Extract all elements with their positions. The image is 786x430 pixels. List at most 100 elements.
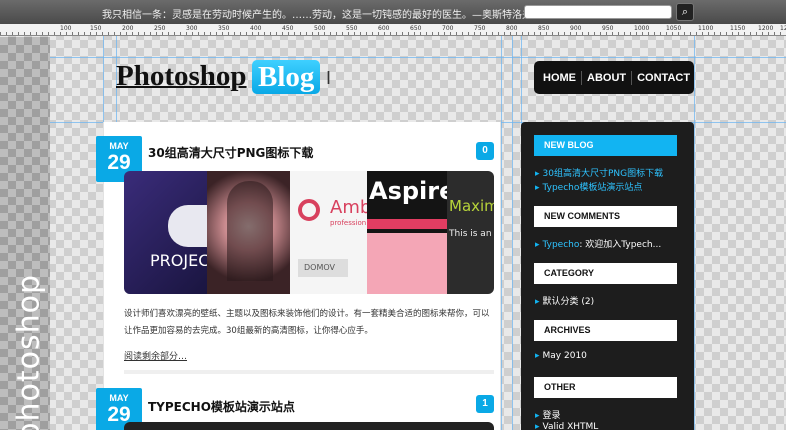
thumbnail-text: DOMOV bbox=[304, 263, 335, 272]
post-thumbnail-strip[interactable] bbox=[124, 422, 494, 430]
thumbnail-image bbox=[207, 171, 290, 294]
ruler-tick: 900 bbox=[570, 25, 582, 32]
ruler: 100 150 200 250 300 350 400 450 500 550 … bbox=[0, 24, 786, 36]
sidebar-link-post[interactable]: ▸ Typecho模板站演示站点 bbox=[535, 180, 642, 193]
thumbnail-image: Aspire bbox=[367, 171, 447, 294]
ruler-tick: 550 bbox=[346, 25, 358, 32]
ruler-tick: 450 bbox=[282, 25, 294, 32]
ruler-tick: 350 bbox=[218, 25, 230, 32]
sidebar-category-item[interactable]: ▸ 默认分类 (2) bbox=[535, 294, 594, 307]
ruler-tick: 1050 bbox=[666, 25, 682, 32]
thumbnail-shape bbox=[298, 199, 320, 221]
post-divider bbox=[124, 370, 494, 374]
sidebar-other-item[interactable]: ▸ 登录 bbox=[535, 408, 561, 421]
arrow-right-icon: ▸ bbox=[535, 297, 540, 307]
sidebar-heading-new-blog: NEW BLOG bbox=[534, 135, 677, 156]
sidebar-heading-category: CATEGORY bbox=[534, 263, 677, 284]
sidebar-heading-new-comments: NEW COMMENTS bbox=[534, 206, 677, 227]
nav-about[interactable]: ABOUT bbox=[582, 70, 633, 85]
search-button[interactable]: ⌕ bbox=[676, 3, 694, 21]
ruler-tick: 500 bbox=[314, 25, 326, 32]
main-column: MAY 29 30组高清大尺寸PNG图标下载 0 PROJEC Amb prof… bbox=[96, 122, 501, 430]
ruler-tick: 1000 bbox=[634, 25, 650, 32]
left-decorative-strip: photoshop bbox=[0, 37, 50, 430]
thumbnail-text: This is an c bbox=[449, 229, 494, 239]
sidebar-heading-archives: ARCHIVES bbox=[534, 320, 677, 341]
thumbnail-image: Maxim This is an c bbox=[447, 171, 494, 294]
arrow-right-icon: ▸ bbox=[535, 240, 540, 250]
thumbnail-shape bbox=[367, 219, 447, 229]
search-input[interactable] bbox=[524, 5, 672, 19]
comment-text: : 欢迎加入Typech... bbox=[579, 240, 662, 250]
ruler-tick: 100 bbox=[60, 25, 72, 32]
post-title[interactable]: 30组高清大尺寸PNG图标下载 bbox=[148, 144, 313, 161]
ruler-tick: 150 bbox=[90, 25, 102, 32]
ruler-tick: 800 bbox=[506, 25, 518, 32]
ruler-tick: 950 bbox=[602, 25, 614, 32]
comment-author: Typecho bbox=[542, 240, 580, 250]
sidebar-link-post[interactable]: ▸ 30组高清大尺寸PNG图标下载 bbox=[535, 166, 663, 179]
sidebar-link-label: Valid XHTML bbox=[542, 422, 599, 430]
thumbnail-shape bbox=[168, 205, 207, 247]
nav-home[interactable]: HOME bbox=[538, 70, 582, 85]
ruler-tick: 1150 bbox=[730, 25, 746, 32]
thumbnail-image: Amb profession DOMOV bbox=[290, 171, 367, 294]
thumbnail-text: PROJEC bbox=[150, 251, 207, 270]
side-vertical-word: photoshop bbox=[11, 273, 47, 430]
guide-line bbox=[512, 36, 513, 430]
post-thumbnail-strip[interactable]: PROJEC Amb profession DOMOV Aspire Maxim… bbox=[124, 171, 494, 294]
guide-line bbox=[50, 57, 786, 58]
logo-badge: Blog bbox=[252, 60, 321, 94]
top-bar: 我只相信一条：灵感是在劳动时候产生的。……劳动，这是一切钝感的最好的医生。—奥斯… bbox=[0, 0, 786, 24]
main-nav: HOME ABOUT CONTACT bbox=[534, 61, 694, 94]
ruler-tick: 1250 bbox=[780, 25, 786, 32]
post-title[interactable]: TYPECHO模板站演示站点 bbox=[148, 398, 295, 415]
thumbnail-text: Maxim bbox=[449, 197, 494, 215]
search-icon: ⌕ bbox=[681, 6, 689, 18]
sidebar-link-label: 30组高清大尺寸PNG图标下载 bbox=[542, 169, 664, 179]
thumbnail-shape bbox=[367, 233, 447, 294]
sidebar-link-label: Typecho模板站演示站点 bbox=[542, 183, 643, 193]
read-more-link[interactable]: 阅读剩余部分… bbox=[124, 349, 187, 362]
sidebar-link-label: 默认分类 (2) bbox=[542, 297, 595, 307]
ruler-tick: 1100 bbox=[698, 25, 714, 32]
text-cursor-icon: I bbox=[326, 68, 332, 88]
thumbnail-text: Amb bbox=[330, 197, 367, 218]
ruler-tick: 600 bbox=[378, 25, 390, 32]
guide-line bbox=[694, 36, 695, 430]
header-quote: 我只相信一条：灵感是在劳动时候产生的。……劳动，这是一切钝感的最好的医生。—奥斯… bbox=[102, 10, 552, 21]
ruler-tick: 850 bbox=[538, 25, 550, 32]
thumbnail-shape bbox=[227, 181, 273, 281]
post-excerpt: 设计师们喜欢漂亮的壁纸、主题以及图标来装饰他们的设计。有一套精美合适的图标来帮你… bbox=[124, 309, 490, 336]
ruler-tick: 700 bbox=[442, 25, 454, 32]
date-month: MAY bbox=[109, 393, 129, 403]
date-month: MAY bbox=[109, 141, 129, 151]
thumbnail-text: profession bbox=[330, 219, 367, 227]
nav-contact[interactable]: CONTACT bbox=[632, 71, 695, 85]
arrow-right-icon: ▸ bbox=[535, 422, 540, 430]
arrow-right-icon: ▸ bbox=[535, 169, 540, 179]
ruler-tick: 200 bbox=[122, 25, 134, 32]
sidebar-other-item[interactable]: ▸ Valid XHTML bbox=[535, 422, 598, 430]
ruler-tick: 300 bbox=[186, 25, 198, 32]
ruler-tick: 650 bbox=[410, 25, 422, 32]
arrow-right-icon: ▸ bbox=[535, 411, 540, 421]
guide-line bbox=[501, 36, 502, 430]
sidebar-heading-other: OTHER bbox=[534, 377, 677, 398]
ruler-tick: 1200 bbox=[758, 25, 774, 32]
arrow-right-icon: ▸ bbox=[535, 351, 540, 361]
ruler-tick: 400 bbox=[250, 25, 262, 32]
thumbnail-text: Aspire bbox=[369, 177, 447, 205]
sidebar-archive-item[interactable]: ▸ May 2010 bbox=[535, 351, 587, 361]
comment-count-badge[interactable]: 1 bbox=[476, 395, 494, 413]
sidebar-link-label: May 2010 bbox=[542, 351, 587, 361]
arrow-right-icon: ▸ bbox=[535, 183, 540, 193]
logo-word: Photoshop bbox=[116, 60, 247, 92]
sidebar: NEW BLOG ▸ 30组高清大尺寸PNG图标下载 ▸ Typecho模板站演示站… bbox=[521, 122, 694, 430]
ruler-tick: 750 bbox=[474, 25, 486, 32]
sidebar-comment-item[interactable]: ▸ Typecho: 欢迎加入Typech... bbox=[535, 237, 661, 250]
comment-count-badge[interactable]: 0 bbox=[476, 142, 494, 160]
thumbnail-image: PROJEC bbox=[124, 171, 207, 294]
ruler-tick: 250 bbox=[154, 25, 166, 32]
sidebar-link-label: 登录 bbox=[542, 411, 561, 421]
